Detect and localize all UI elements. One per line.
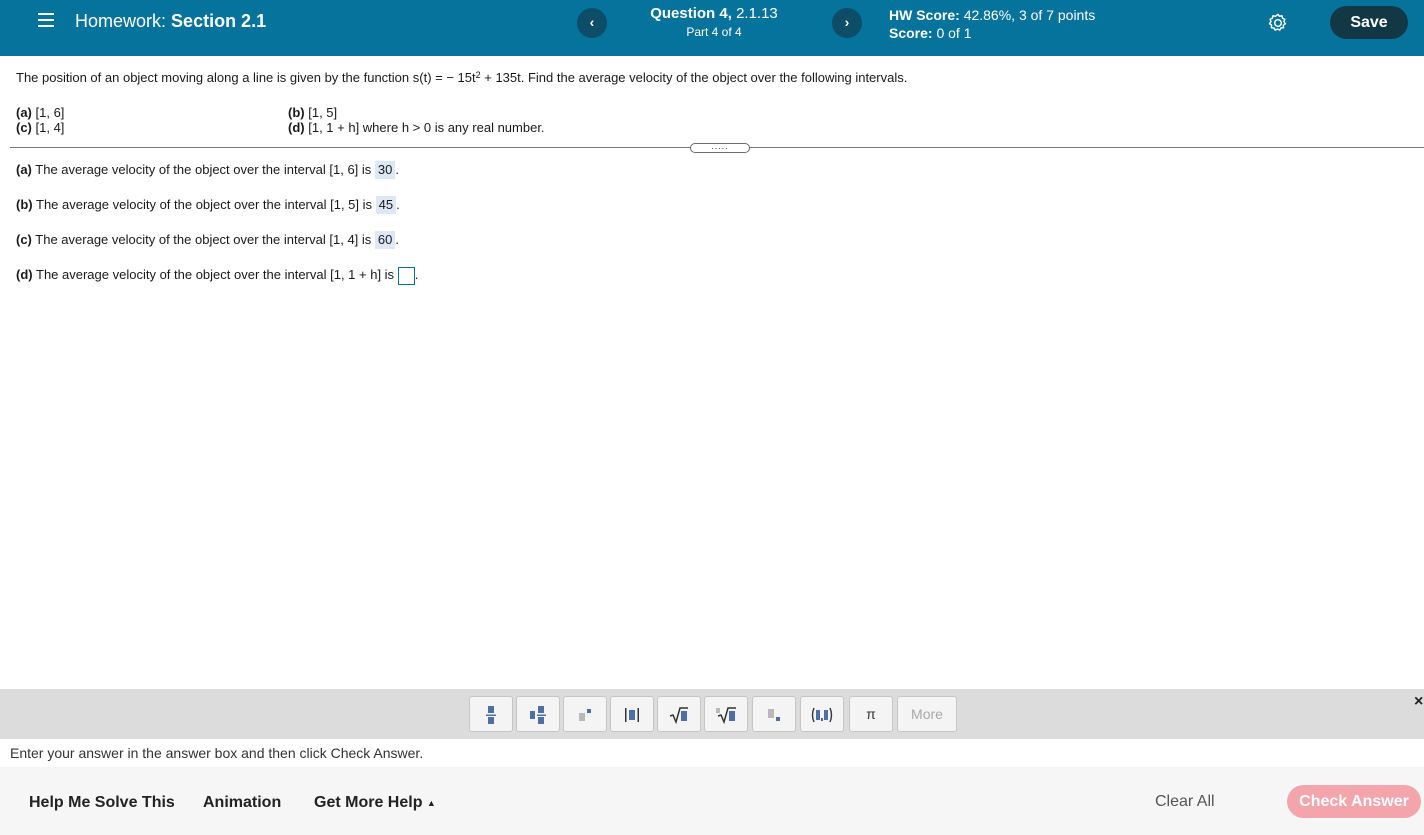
nth-root-icon [716,707,736,725]
divider-drag-handle[interactable]: ..... [690,142,750,153]
answer-b-label: (b) [16,197,33,212]
answer-d-label: (d) [16,267,33,282]
get-more-help-link[interactable]: Get More Help ▲ [314,794,436,812]
score-info: HW Score: 42.86%, 3 of 7 points Score: 0… [889,6,1095,42]
save-button[interactable]: Save [1330,6,1408,39]
score-label: Score: [889,25,933,41]
settings-gear-icon[interactable] [1267,12,1289,34]
square-root-icon [669,707,688,725]
math-toolbar: π More [0,689,1424,739]
previous-question-button[interactable]: ‹ [577,8,607,38]
fraction-icon [486,706,496,725]
close-toolbar-icon[interactable]: × [1414,693,1423,711]
subscript-icon [768,709,780,722]
question-text: The position of an object moving along a… [16,70,907,85]
score-value: 0 of 1 [936,25,972,41]
answer-b: (b) The average velocity of the object o… [16,196,400,214]
question-text-after: + 135t. Find the average velocity of the… [480,70,908,85]
caret-up-icon: ▲ [426,797,436,808]
absolute-value-icon [625,708,639,723]
answer-c-value[interactable]: 60 [374,231,396,249]
question-text-before: The position of an object moving along a… [16,70,476,85]
question-label: Question 4, [650,5,732,22]
intervals-column-left: (a) [1, 6] (c) [1, 4] [16,105,64,135]
mixed-number-icon [530,706,546,725]
answer-a-text: The average velocity of the object over … [35,162,372,177]
answer-d-text: The average velocity of the object over … [36,267,395,282]
hw-score-value: 42.86%, 3 of 7 points [963,7,1096,23]
answer-a-label: (a) [16,162,32,177]
ordered-pair-icon [811,708,833,723]
more-tools-button[interactable]: More [897,696,957,732]
answer-d: (d) The average velocity of the object o… [16,265,418,285]
instruction-text: Enter your answer in the answer box and … [10,745,424,761]
question-part: Part 4 of 4 [686,25,742,39]
ordered-pair-tool-button[interactable] [800,696,844,732]
pi-tool-button[interactable]: π [849,696,893,732]
fraction-tool-button[interactable] [469,696,513,732]
nth-root-tool-button[interactable] [704,696,748,732]
subscript-tool-button[interactable] [752,696,796,732]
question-info: Question 4, 2.1.13 Part 4 of 4 [614,5,814,39]
exponent-icon [579,709,591,722]
square-root-tool-button[interactable] [657,696,701,732]
homework-title-name: Section 2.1 [171,11,267,31]
header-bar: Homework: Section 2.1 ‹ Question 4, 2.1.… [0,0,1424,56]
answer-c-text: The average velocity of the object over … [35,232,372,247]
absolute-value-tool-button[interactable] [610,696,654,732]
animation-link[interactable]: Animation [203,794,281,812]
answer-b-value[interactable]: 45 [375,196,397,214]
homework-title: Homework: Section 2.1 [75,11,266,32]
answer-b-text: The average velocity of the object over … [36,197,373,212]
footer-bar: Help Me Solve This Animation Get More He… [0,767,1424,835]
help-me-solve-this-link[interactable]: Help Me Solve This [29,794,175,812]
check-answer-button[interactable]: Check Answer [1287,785,1421,818]
answer-d-input[interactable] [397,266,415,285]
answer-c: (c) The average velocity of the object o… [16,231,400,249]
exponent-tool-button[interactable] [563,696,607,732]
answer-c-label: (c) [16,232,32,247]
interval-a: (a) [1, 6] [16,105,65,120]
clear-all-button[interactable]: Clear All [1155,793,1215,811]
homework-title-prefix: Homework: [75,11,167,31]
interval-c: (c) [1, 4] [16,120,65,135]
interval-d: (d) [1, 1 + h] where h > 0 is any real n… [288,120,545,135]
mixed-number-tool-button[interactable] [516,696,560,732]
next-question-button[interactable]: › [832,8,862,38]
hw-score-label: HW Score: [889,7,960,23]
get-more-help-label: Get More Help [314,794,423,811]
hamburger-menu-icon[interactable] [38,13,54,29]
intervals-column-right: (b) [1, 5] (d) [1, 1 + h] where h > 0 is… [288,105,545,135]
interval-b: (b) [1, 5] [288,105,338,120]
question-exponent: 2 [475,70,481,80]
answer-a-value[interactable]: 30 [374,161,396,179]
question-id: 2.1.13 [736,5,778,22]
answer-a: (a) The average velocity of the object o… [16,161,400,179]
